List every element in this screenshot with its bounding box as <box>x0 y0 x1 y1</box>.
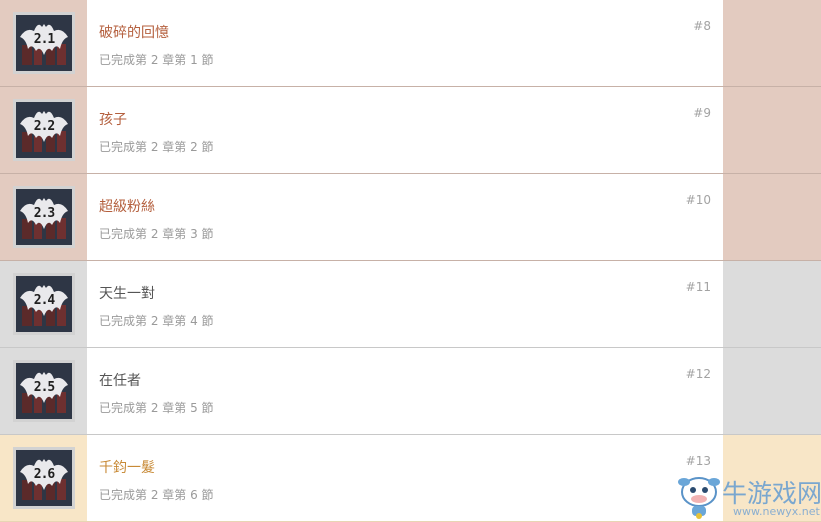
achievement-title: 在任者 <box>99 373 141 389</box>
achievement-row[interactable]: 2.5 在任者已完成第 2 章第 5 節 #12 <box>0 348 821 435</box>
badge-label: 2.2 <box>33 119 55 134</box>
achievement-title: 破碎的回憶 <box>99 25 169 41</box>
achievement-status: 已完成第 2 章第 2 節 <box>99 140 214 154</box>
achievement-number: #8 <box>693 19 711 33</box>
badge-label: 2.1 <box>33 32 55 47</box>
row-content: 千鈞一髮已完成第 2 章第 6 節 #13 <box>87 435 723 522</box>
achievement-status: 已完成第 2 章第 4 節 <box>99 314 214 328</box>
row-content: 超級粉絲已完成第 2 章第 3 節 #10 <box>87 174 723 261</box>
achievement-title: 天生一對 <box>99 286 155 302</box>
watermark: 牛游戏网 www.newyx.net <box>676 470 821 522</box>
achievement-title: 千鈞一髮 <box>99 460 155 476</box>
watermark-url: www.newyx.net <box>733 505 820 518</box>
row-right-accent <box>723 261 821 348</box>
achievement-number: #13 <box>685 454 711 468</box>
achievement-badge: 2.5 <box>13 360 75 422</box>
achievement-badge: 2.1 <box>13 12 75 74</box>
achievement-number: #11 <box>685 280 711 294</box>
achievement-status: 已完成第 2 章第 3 節 <box>99 227 214 241</box>
achievement-status: 已完成第 2 章第 5 節 <box>99 401 214 415</box>
row-left-accent: 2.2 <box>0 87 87 174</box>
achievement-badge: 2.4 <box>13 273 75 335</box>
achievement-badge: 2.3 <box>13 186 75 248</box>
cartoon-cow-mascot-icon <box>678 477 720 519</box>
row-left-accent: 2.6 <box>0 435 87 522</box>
badge-label: 2.5 <box>33 380 55 395</box>
achievement-badge: 2.6 <box>13 447 75 509</box>
row-content: 孩子已完成第 2 章第 2 節 #9 <box>87 87 723 174</box>
row-content: 在任者已完成第 2 章第 5 節 #12 <box>87 348 723 435</box>
achievement-number: #12 <box>685 367 711 381</box>
badge-label: 2.4 <box>33 293 55 308</box>
achievement-title: 超級粉絲 <box>99 199 155 215</box>
row-right-accent <box>723 174 821 261</box>
achievement-number: #10 <box>685 193 711 207</box>
achievement-row[interactable]: 2.1 破碎的回憶已完成第 2 章第 1 節 #8 <box>0 0 821 87</box>
row-right-accent <box>723 87 821 174</box>
achievement-row[interactable]: 2.4 天生一對已完成第 2 章第 4 節 #11 <box>0 261 821 348</box>
row-left-accent: 2.4 <box>0 261 87 348</box>
row-left-accent: 2.5 <box>0 348 87 435</box>
row-right-accent <box>723 0 821 87</box>
achievement-status: 已完成第 2 章第 6 節 <box>99 488 214 502</box>
achievement-number: #9 <box>693 106 711 120</box>
badge-label: 2.6 <box>33 467 55 482</box>
achievement-row[interactable]: 2.2 孩子已完成第 2 章第 2 節 #9 <box>0 87 821 174</box>
row-content: 破碎的回憶已完成第 2 章第 1 節 #8 <box>87 0 723 87</box>
row-content: 天生一對已完成第 2 章第 4 節 #11 <box>87 261 723 348</box>
row-left-accent: 2.3 <box>0 174 87 261</box>
row-right-accent <box>723 348 821 435</box>
achievement-status: 已完成第 2 章第 1 節 <box>99 53 214 67</box>
badge-label: 2.3 <box>33 206 55 221</box>
achievement-title: 孩子 <box>99 112 127 128</box>
row-left-accent: 2.1 <box>0 0 87 87</box>
achievement-row[interactable]: 2.3 超級粉絲已完成第 2 章第 3 節 #10 <box>0 174 821 261</box>
achievement-badge: 2.2 <box>13 99 75 161</box>
